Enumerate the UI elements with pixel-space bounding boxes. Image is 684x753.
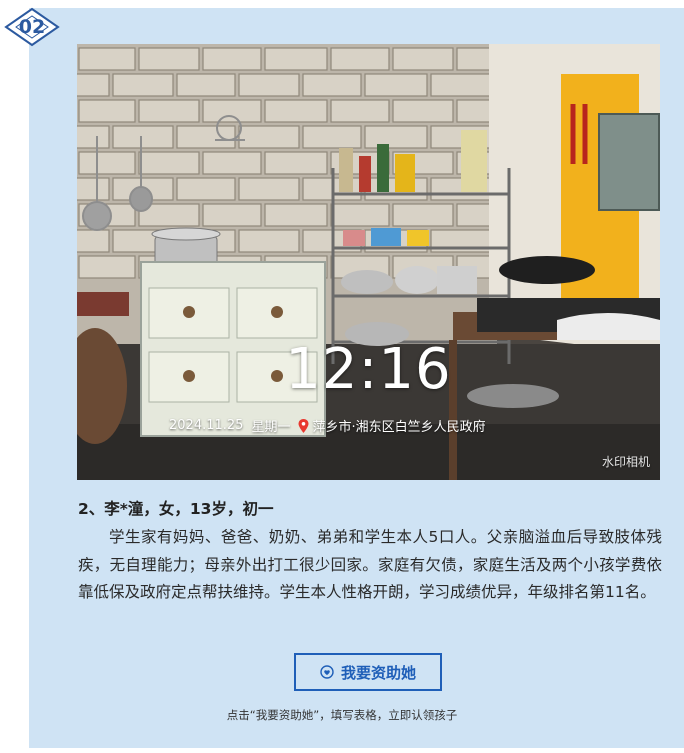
student-title: 2、李*潼，女，13岁，初一 xyxy=(78,500,274,518)
kitchen-photo: 12:16 2024.11.25 星期一 萍乡市·湘东区白竺乡人民政府 水印相机 xyxy=(77,44,660,480)
section-number-badge: 02 xyxy=(4,7,60,47)
sponsor-her-label: 我要资助她 xyxy=(340,663,416,682)
camera-app-watermark: 水印相机 xyxy=(601,455,650,469)
heart-hand-icon xyxy=(320,665,334,679)
footer-instruction: 点击“我要资助她”，填写表格，立即认领孩子 xyxy=(226,708,458,722)
location-pin-icon xyxy=(298,418,309,433)
watermark-date: 2024.11.25 xyxy=(169,418,244,433)
watermark-location: 萍乡市·湘东区白竺乡人民政府 xyxy=(312,420,486,435)
watermark-weekday: 星期一 xyxy=(251,420,291,435)
student-description: 学生家有妈妈、爸爸、奶奶、弟弟和学生本人5口人。父亲脑溢血后导致肢体残疾，无自理… xyxy=(78,528,662,601)
watermark-time: 12:16 xyxy=(285,337,452,402)
section-number: 02 xyxy=(18,16,46,38)
watermark-stamp: 2024.11.25 星期一 萍乡市·湘东区白竺乡人民政府 xyxy=(169,416,494,435)
sponsor-her-button[interactable]: 我要资助她 xyxy=(294,653,442,691)
